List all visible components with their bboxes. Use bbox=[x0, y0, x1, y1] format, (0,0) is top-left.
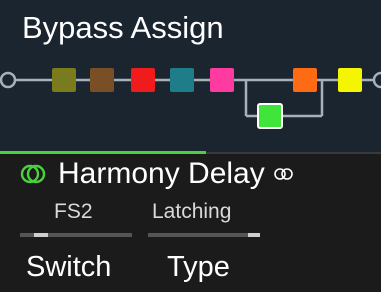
input-endpoint bbox=[0, 71, 17, 89]
switch-value-indicator bbox=[34, 233, 48, 237]
effect-block-3[interactable] bbox=[131, 68, 155, 92]
signal-chain-blocks bbox=[0, 68, 381, 129]
type-label: Type bbox=[167, 251, 230, 283]
type-value-bar bbox=[148, 233, 260, 237]
helix-screen: Bypass Assign Harmony Delay FS2 Latching… bbox=[0, 0, 381, 292]
signal-chain[interactable] bbox=[0, 56, 381, 136]
stereo-link-icon bbox=[272, 167, 296, 181]
effect-block-4[interactable] bbox=[170, 68, 194, 92]
effect-block-7[interactable] bbox=[338, 68, 362, 92]
effect-block-1[interactable] bbox=[52, 68, 76, 92]
effect-block-2[interactable] bbox=[90, 68, 114, 92]
selected-block-header: Harmony Delay bbox=[20, 158, 296, 190]
switch-value-bar bbox=[20, 233, 132, 237]
type-value[interactable]: Latching bbox=[152, 200, 231, 224]
type-value-indicator bbox=[248, 233, 260, 237]
effect-block-5[interactable] bbox=[210, 68, 234, 92]
signal-flow-panel: Bypass Assign bbox=[0, 0, 381, 152]
dual-circle-icon bbox=[20, 164, 46, 184]
output-endpoint bbox=[372, 71, 381, 89]
switch-value[interactable]: FS2 bbox=[54, 200, 93, 224]
selected-block-name: Harmony Delay bbox=[58, 157, 265, 190]
effect-block-8[interactable] bbox=[257, 103, 283, 129]
effect-block-6[interactable] bbox=[293, 68, 317, 92]
switch-label: Switch bbox=[26, 251, 112, 283]
page-title: Bypass Assign bbox=[22, 10, 224, 45]
